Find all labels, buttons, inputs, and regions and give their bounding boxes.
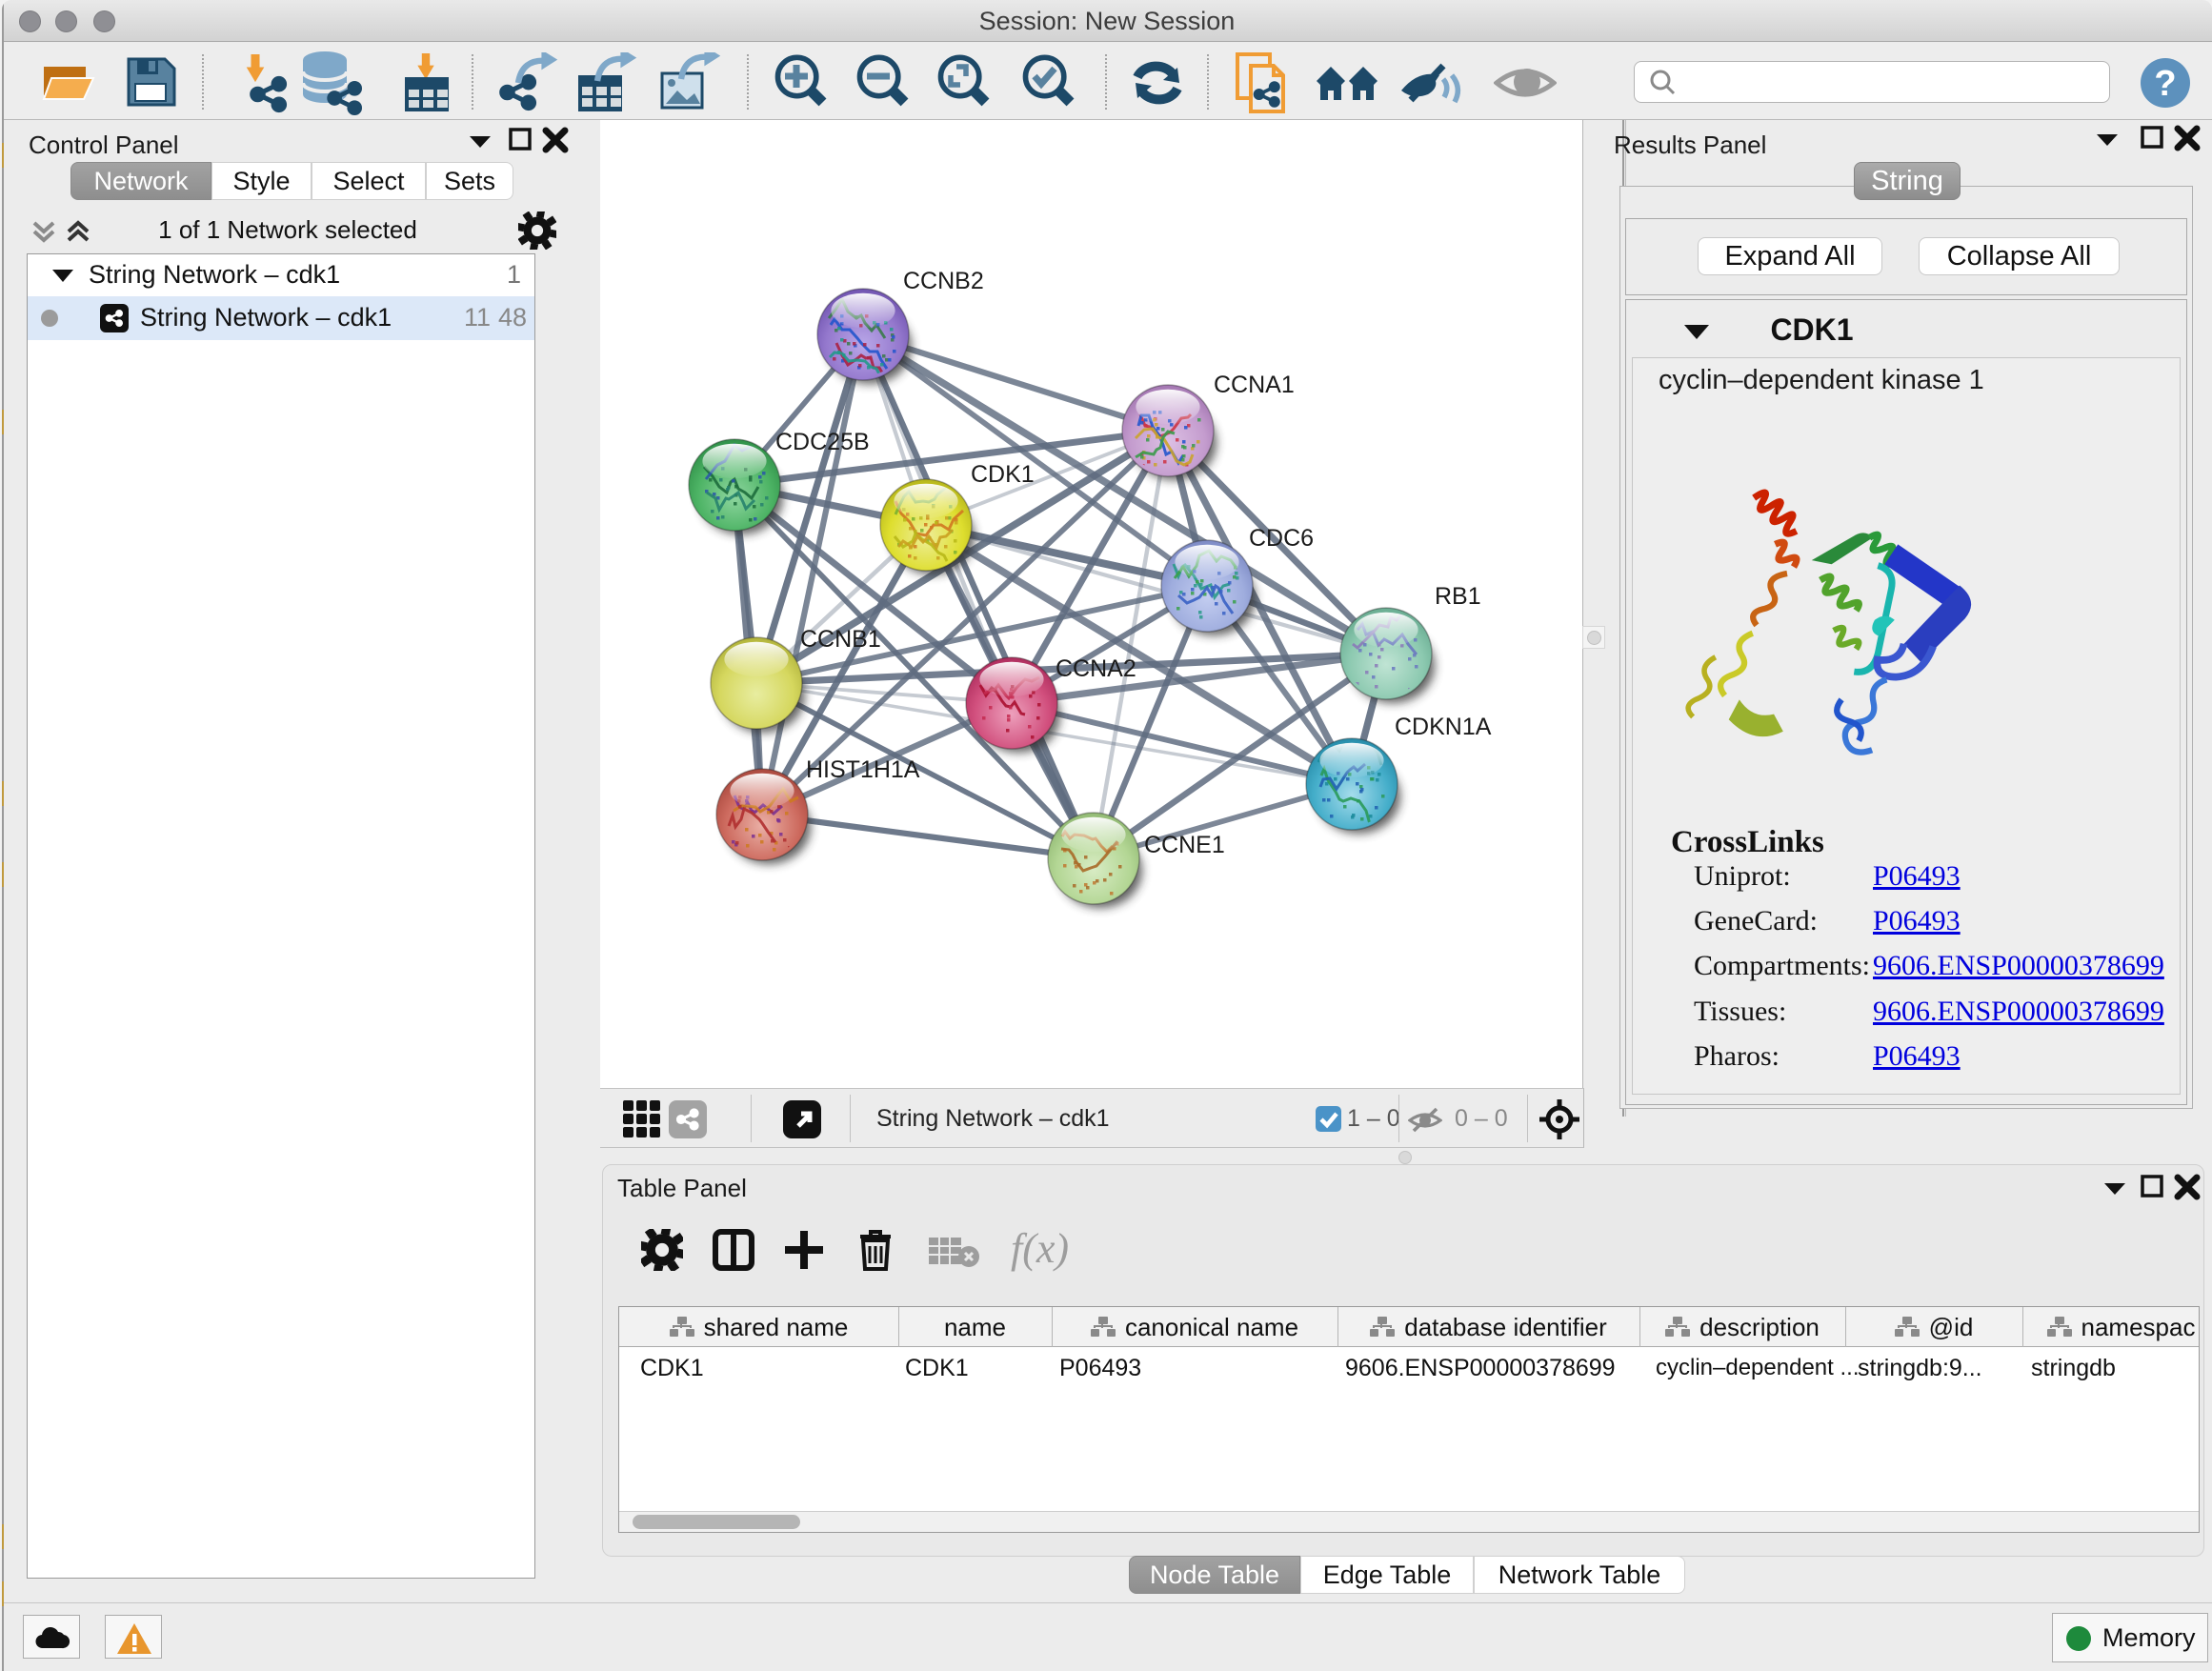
svg-text:CDK1: CDK1	[971, 461, 1035, 488]
svg-text:CDC25B: CDC25B	[775, 429, 870, 455]
svg-text:RB1: RB1	[1435, 583, 1481, 610]
svg-text:CCNE1: CCNE1	[1144, 832, 1225, 858]
svg-text:CCNA1: CCNA1	[1214, 372, 1295, 398]
svg-text:HIST1H1A: HIST1H1A	[806, 756, 920, 783]
svg-text:CCNA2: CCNA2	[1056, 655, 1136, 682]
svg-text:CCNB2: CCNB2	[903, 268, 984, 294]
svg-text:CCNB1: CCNB1	[800, 626, 881, 653]
svg-text:CDKN1A: CDKN1A	[1395, 714, 1492, 740]
svg-text:CDC6: CDC6	[1249, 525, 1314, 552]
svg-text:?: ?	[2154, 64, 2176, 104]
